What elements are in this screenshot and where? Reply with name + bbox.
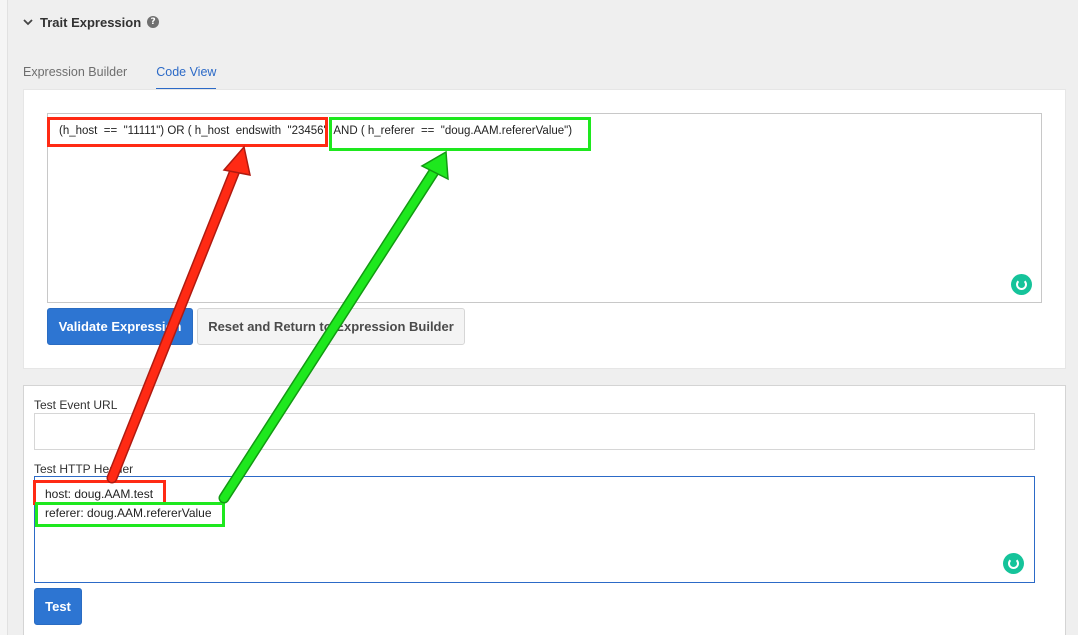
test-http-header-input[interactable]: host: doug.AAM.test referer: doug.AAM.re… bbox=[34, 476, 1035, 583]
section-header[interactable]: Trait Expression ? bbox=[22, 12, 160, 32]
help-icon[interactable]: ? bbox=[147, 16, 160, 28]
reset-return-builder-button[interactable]: Reset and Return to Expression Builder bbox=[197, 308, 465, 345]
green-highlight-expression bbox=[329, 117, 591, 151]
green-highlight-header bbox=[35, 502, 225, 527]
test-event-url-input[interactable] bbox=[34, 413, 1035, 450]
test-event-url-label: Test Event URL bbox=[34, 398, 118, 412]
section-title: Trait Expression bbox=[40, 14, 142, 30]
chevron-down-icon[interactable] bbox=[22, 16, 34, 28]
tab-expression-builder[interactable]: Expression Builder bbox=[23, 62, 127, 90]
grammarly-icon[interactable] bbox=[1003, 553, 1024, 574]
red-highlight-expression bbox=[47, 117, 328, 147]
test-button[interactable]: Test bbox=[34, 588, 82, 625]
test-http-header-label: Test HTTP Header bbox=[34, 462, 134, 476]
validate-expression-button[interactable]: Validate Expression bbox=[47, 308, 193, 345]
grammarly-icon[interactable] bbox=[1011, 274, 1032, 295]
tab-code-view[interactable]: Code View bbox=[156, 62, 217, 90]
view-tabs: Expression Builder Code View bbox=[23, 62, 217, 90]
